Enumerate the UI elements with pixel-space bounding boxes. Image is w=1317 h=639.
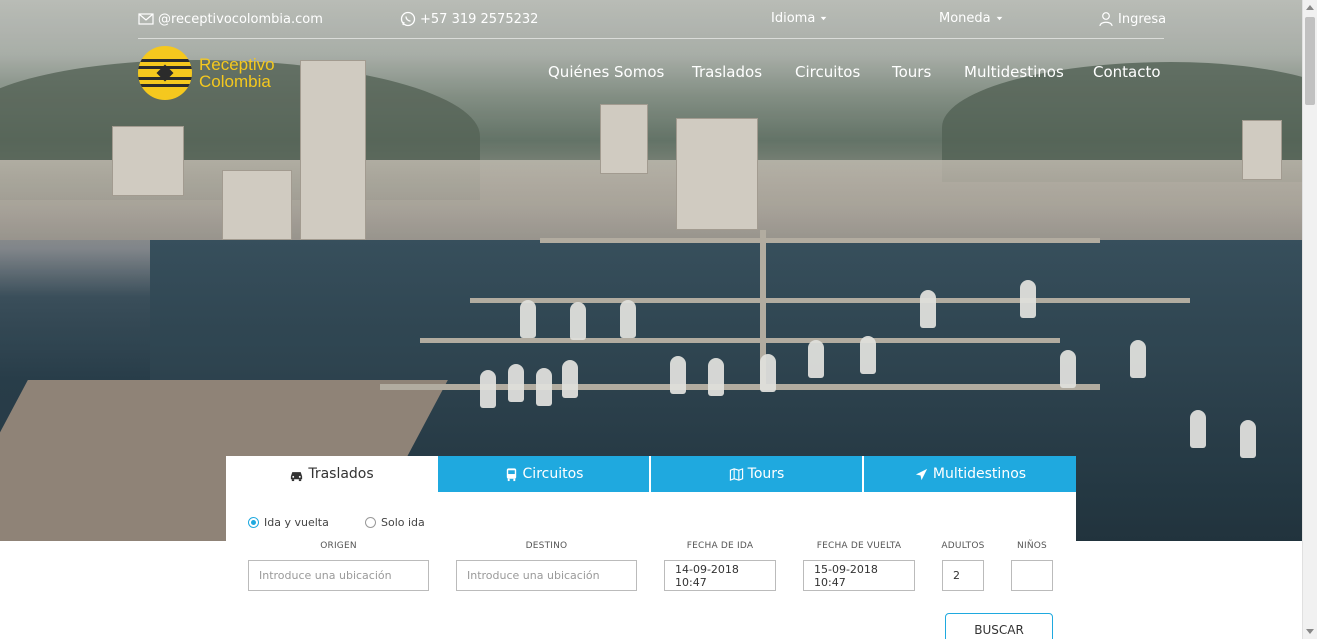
car-icon bbox=[291, 471, 303, 481]
map-icon bbox=[729, 467, 743, 481]
currency-label: Moneda bbox=[939, 11, 991, 26]
origin-input[interactable] bbox=[259, 569, 418, 582]
adults-label: ADULTOS bbox=[941, 541, 985, 551]
bus-icon bbox=[506, 467, 516, 481]
return-date-label: FECHA DE VUELTA bbox=[816, 541, 902, 551]
top-bar: @receptivocolombia.com +57 319 2575232 I… bbox=[138, 0, 1166, 39]
tab-tours[interactable]: Tours bbox=[651, 456, 862, 492]
children-input[interactable] bbox=[1011, 560, 1053, 591]
plane-icon bbox=[915, 468, 928, 480]
user-icon bbox=[1099, 12, 1113, 27]
login-text: Ingresa bbox=[1118, 11, 1167, 27]
departure-date-input[interactable]: 14-09-2018 10:47 bbox=[664, 560, 776, 591]
tab-traslados[interactable]: Traslados bbox=[226, 456, 437, 492]
phone-link[interactable]: +57 319 2575232 bbox=[400, 11, 538, 27]
logo-emblem-icon bbox=[138, 46, 192, 100]
tab-tours-label: Tours bbox=[747, 466, 785, 482]
scroll-up-icon[interactable] bbox=[1306, 5, 1314, 10]
radio-round-trip-label: Ida y vuelta bbox=[264, 516, 329, 529]
radio-one-way-control[interactable] bbox=[365, 517, 376, 528]
site-logo[interactable]: Receptivo Colombia bbox=[138, 46, 275, 100]
logo-text: Receptivo Colombia bbox=[199, 56, 275, 90]
nav-multidestinos[interactable]: Multidestinos bbox=[964, 63, 1064, 81]
children-label: NIÑOS bbox=[1017, 541, 1047, 551]
envelope-icon bbox=[138, 13, 154, 25]
nav-quienes-somos[interactable]: Quiénes Somos bbox=[548, 63, 664, 81]
destination-label: DESTINO bbox=[525, 541, 568, 551]
tab-circuitos-label: Circuitos bbox=[522, 466, 584, 482]
phone-text: +57 319 2575232 bbox=[420, 11, 539, 27]
search-button[interactable]: BUSCAR bbox=[945, 613, 1053, 639]
booking-tabs: Traslados Circuitos Tours Multidestinos bbox=[226, 456, 1076, 492]
return-date-input[interactable]: 15-09-2018 10:47 bbox=[803, 560, 915, 591]
radio-one-way-label: Solo ida bbox=[381, 516, 425, 529]
nav-tours[interactable]: Tours bbox=[892, 63, 931, 81]
radio-round-trip-control[interactable] bbox=[248, 517, 259, 528]
origin-label: ORIGEN bbox=[320, 541, 357, 551]
logo-line-2: Colombia bbox=[199, 72, 271, 91]
tab-circuitos[interactable]: Circuitos bbox=[438, 456, 649, 492]
origin-field[interactable] bbox=[248, 560, 429, 591]
nav-contacto[interactable]: Contacto bbox=[1093, 63, 1161, 81]
departure-date-label: FECHA DE IDA bbox=[686, 541, 754, 551]
logo-line-1: Receptivo bbox=[199, 55, 275, 74]
booking-widget: Traslados Circuitos Tours Multidestinos … bbox=[226, 456, 1076, 639]
adults-input[interactable]: 2 bbox=[942, 560, 984, 591]
tab-traslados-label: Traslados bbox=[308, 466, 374, 482]
destination-input[interactable] bbox=[467, 569, 626, 582]
radio-one-way[interactable]: Solo ida bbox=[365, 516, 425, 529]
nav-traslados[interactable]: Traslados bbox=[692, 63, 762, 81]
language-dropdown[interactable]: Idioma bbox=[771, 11, 828, 26]
page-scrollbar[interactable] bbox=[1302, 0, 1317, 639]
caret-down-icon bbox=[820, 16, 827, 21]
email-link[interactable]: @receptivocolombia.com bbox=[138, 11, 323, 27]
radio-round-trip[interactable]: Ida y vuelta bbox=[248, 516, 329, 529]
caret-down-icon bbox=[996, 16, 1002, 21]
nav-circuitos[interactable]: Circuitos bbox=[795, 63, 860, 81]
language-label: Idioma bbox=[771, 11, 816, 26]
login-link[interactable]: Ingresa bbox=[1098, 11, 1166, 27]
scroll-down-icon[interactable] bbox=[1306, 629, 1314, 634]
email-text: @receptivocolombia.com bbox=[158, 11, 323, 27]
whatsapp-icon bbox=[400, 11, 416, 27]
tab-multidestinos-label: Multidestinos bbox=[932, 466, 1027, 482]
destination-field[interactable] bbox=[456, 560, 637, 591]
scrollbar-thumb[interactable] bbox=[1305, 17, 1315, 105]
tab-multidestinos[interactable]: Multidestinos bbox=[864, 456, 1076, 492]
currency-dropdown[interactable]: Moneda bbox=[939, 11, 1004, 26]
